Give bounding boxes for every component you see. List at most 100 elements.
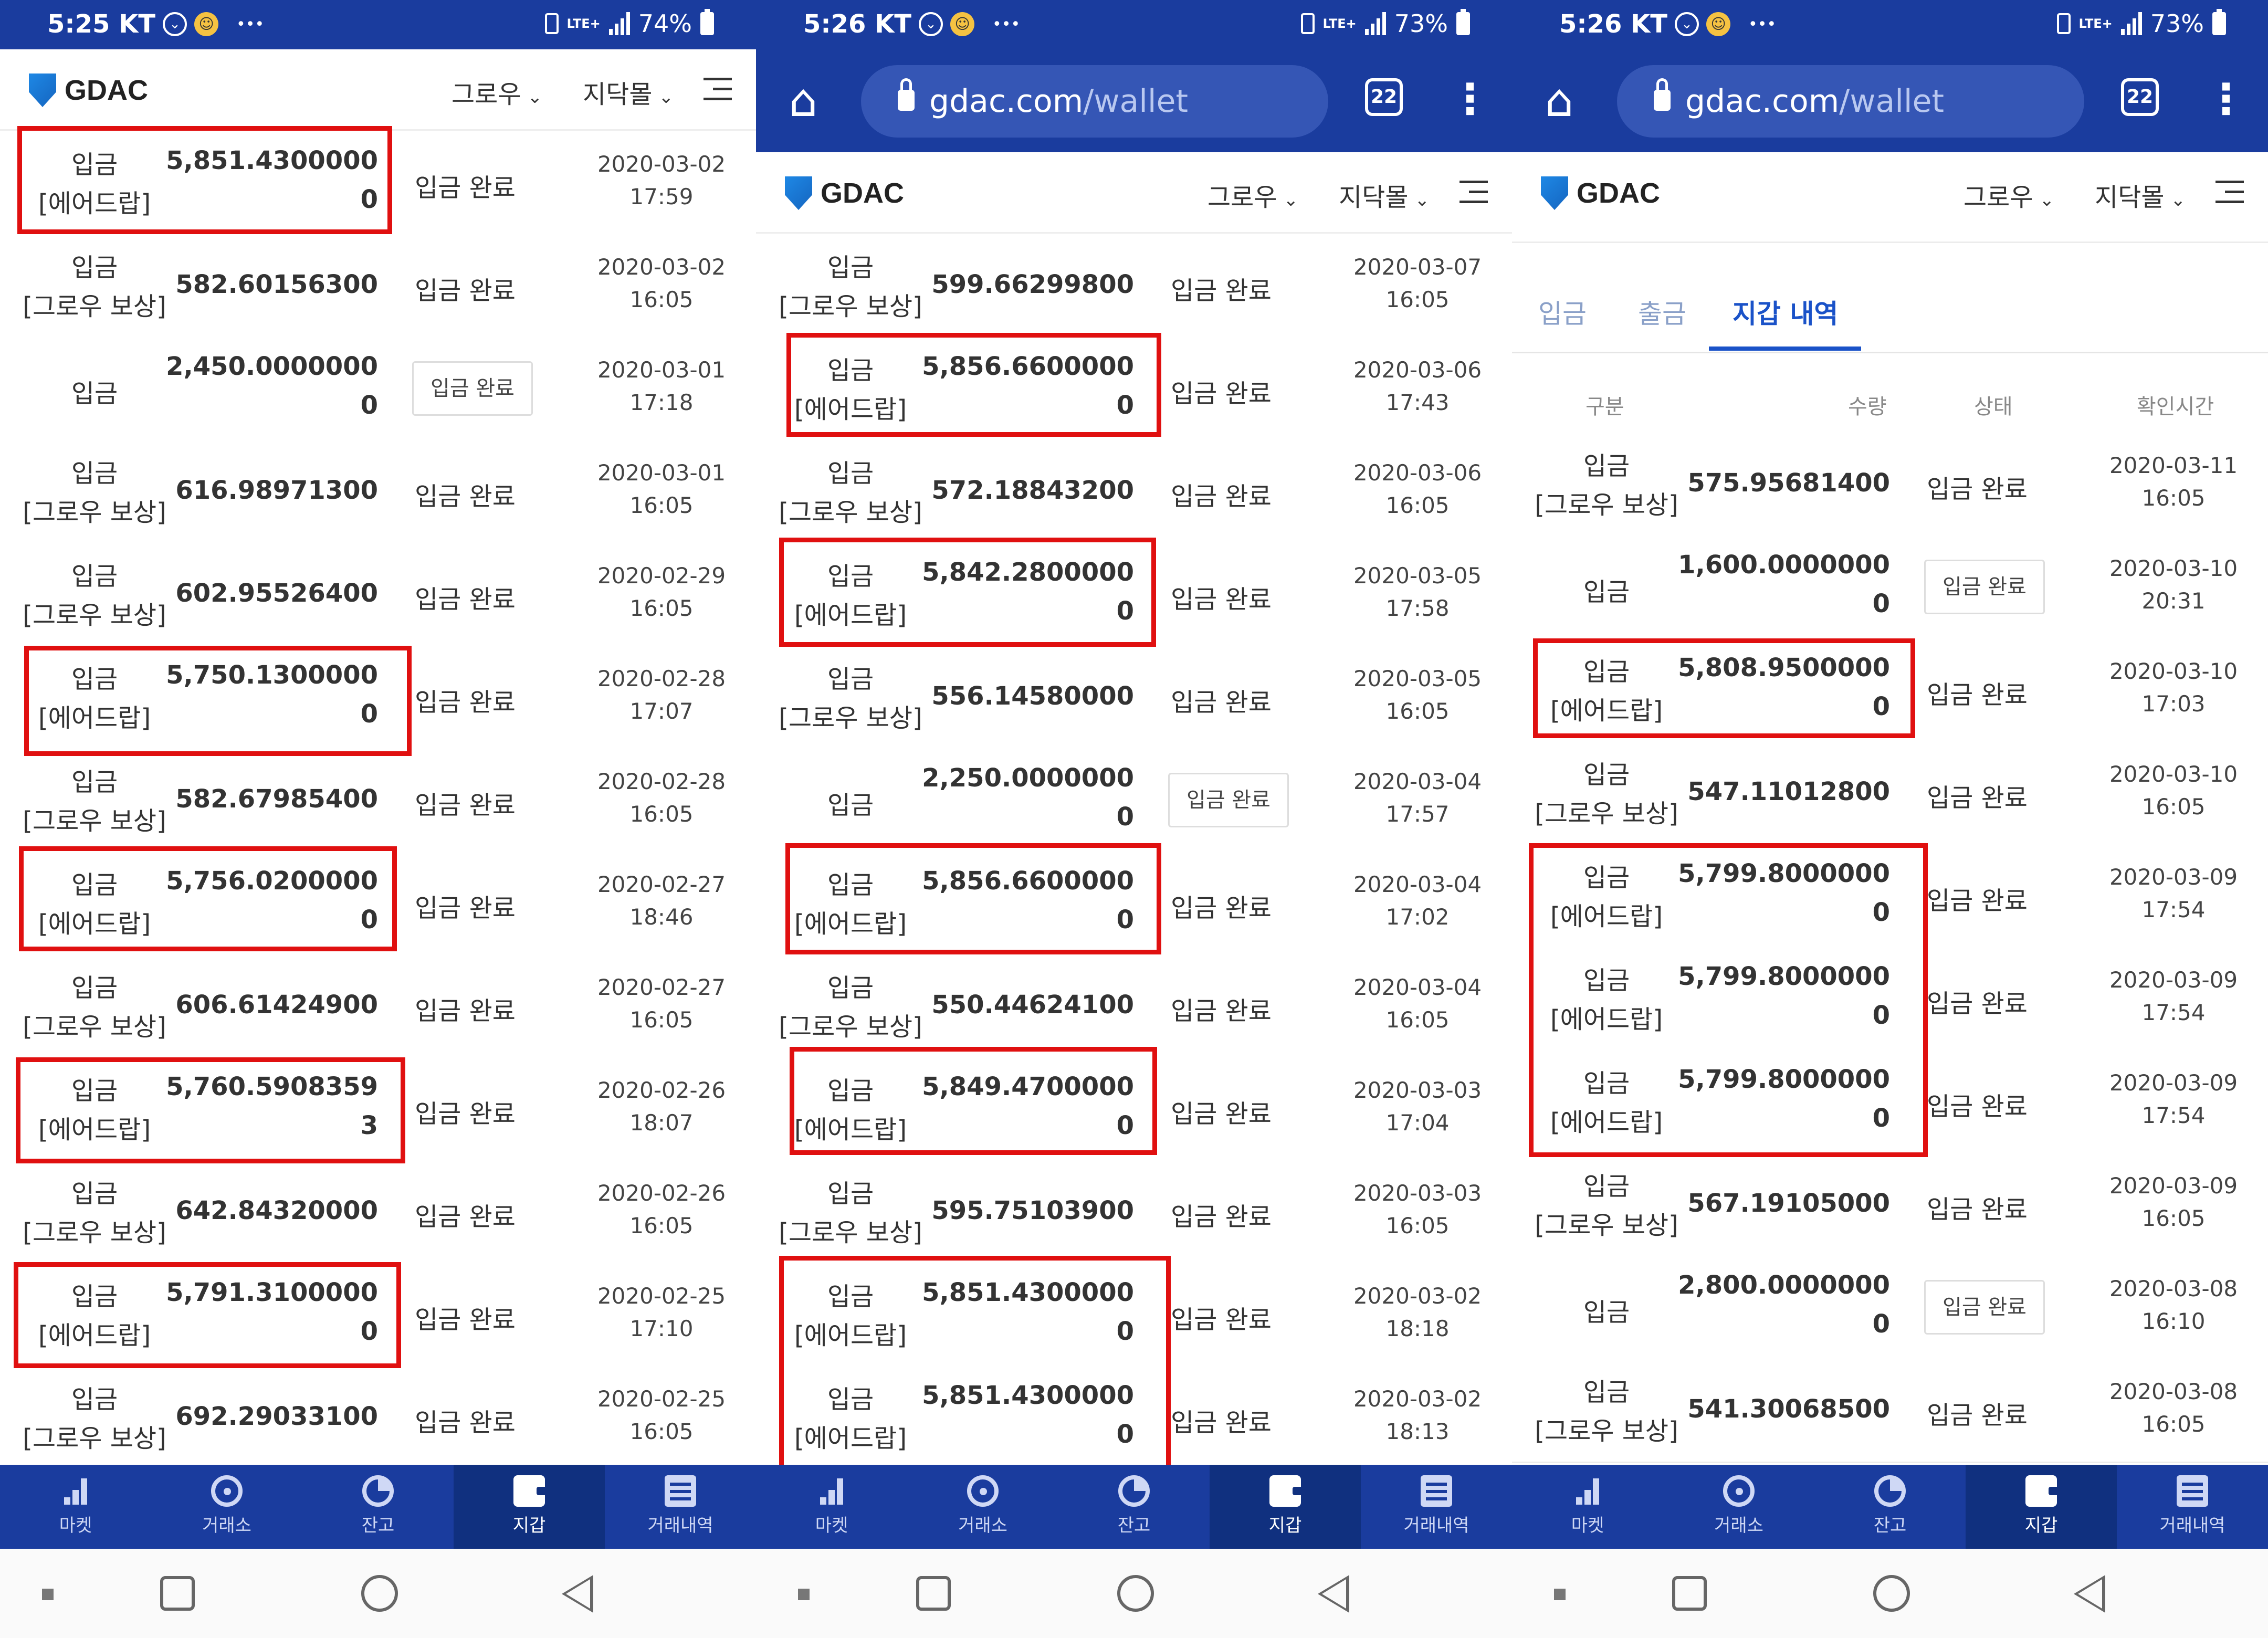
nav-dot-icon[interactable] [798,1589,810,1600]
highlight-box [16,1057,405,1163]
nav-label: 지갑 [1268,1515,1302,1536]
table-row[interactable]: 입금 [그로우 보상] 541.30068500 입금 완료 2020-03-08… [1512,1359,2268,1463]
hamburger-menu-icon[interactable] [1460,181,1488,204]
status-button[interactable]: 입금 완료 [1924,1280,2045,1335]
nav-exchange[interactable]: 거래소 [907,1465,1058,1549]
row-amount: 616.98971300 [175,476,378,505]
table-row[interactable]: 입금 [그로우 보상] 642.84320000 입금 완료 2020-02-26… [0,1160,756,1265]
table-row[interactable]: 입금 [그로우 보상] 550.44624100 입금 완료 2020-03-04… [756,954,1512,1059]
table-row[interactable]: 입금 [그로우 보상] 582.60156300 입금 완료 2020-03-02… [0,234,756,339]
row-status: 입금 완료 [1927,1092,2028,1121]
column-header-type: 구분 [1586,395,1624,419]
status-button[interactable]: 입금 완료 [1168,773,1289,827]
recent-apps-icon[interactable] [916,1576,951,1611]
highlight-box [1529,843,1928,1157]
menu-gdac-mall[interactable]: 지닥몰 ⌄ [1339,176,1430,213]
battery-level: 74% [638,9,692,38]
status-button[interactable]: 입금 완료 [412,361,533,416]
menu-grow[interactable]: 그로우 ⌄ [452,74,542,110]
hamburger-menu-icon[interactable] [704,78,732,101]
table-row[interactable]: 입금 [그로우 보상] 606.61424900 입금 완료 2020-02-27… [0,954,756,1059]
menu-gdac-mall[interactable]: 지닥몰 ⌄ [2095,176,2186,213]
highlight-box [779,1256,1171,1473]
nav-wallet[interactable]: 지갑 [1966,1465,2117,1549]
gdac-logo[interactable]: GDAC [785,176,904,210]
row-status: 입금 완료 [1171,482,1272,511]
nav-balance[interactable]: 잔고 [1814,1465,1966,1549]
nav-label: 마켓 [59,1515,92,1536]
url-bar[interactable]: gdac.com/wallet [861,65,1328,138]
table-row[interactable]: 입금 1,600.0000000 0 입금 완료 2020-03-10 20:31 [1512,536,2268,640]
column-header-status: 상태 [1974,395,2013,419]
table-row[interactable]: 입금 [그로우 보상] 582.67985400 입금 완료 2020-02-28… [0,749,756,853]
status-button[interactable]: 입금 완료 [1924,560,2045,614]
nav-market[interactable]: 마켓 [0,1465,151,1549]
shield-logo-icon [29,74,56,107]
tab-wallet-history[interactable]: 지갑 내역 [1732,293,1838,331]
gdac-logo[interactable]: GDAC [29,74,148,107]
nav-balance[interactable]: 잔고 [1058,1465,1210,1549]
network-type: LTE+ [2078,16,2113,31]
home-icon[interactable] [1873,1575,1910,1612]
nav-exchange[interactable]: 거래소 [1663,1465,1814,1549]
home-icon[interactable]: ⌂ [777,76,830,126]
nav-history[interactable]: 거래내역 [605,1465,756,1549]
pie-chart-icon [1874,1475,1906,1507]
url-bar[interactable]: gdac.com/wallet [1617,65,2084,138]
recent-apps-icon[interactable] [160,1576,195,1611]
nav-balance[interactable]: 잔고 [302,1465,454,1549]
menu-grow-label: 그로우 [1964,183,2033,212]
table-row[interactable]: 입금 2,450.0000000 0 입금 완료 2020-03-01 17:18 [0,337,756,442]
nav-market[interactable]: 마켓 [756,1465,907,1549]
table-row[interactable]: 입금 [그로우 보상] 692.29033100 입금 완료 2020-02-25… [0,1366,756,1471]
home-icon[interactable] [1117,1575,1154,1612]
recent-apps-icon[interactable] [1672,1576,1707,1611]
home-icon[interactable] [361,1575,398,1612]
menu-grow[interactable]: 그로우 ⌄ [1208,176,1298,213]
table-row[interactable]: 입금 [그로우 보상] 595.75103900 입금 완료 2020-03-03… [756,1160,1512,1265]
tab-deposit[interactable]: 입금 [1538,293,1587,331]
row-status: 입금 완료 [1927,680,2028,710]
row-time: 2020-03-02 17:59 [597,151,726,209]
table-row[interactable]: 입금 2,250.0000000 0 입금 완료 2020-03-04 17:57 [756,749,1512,853]
nav-market[interactable]: 마켓 [1512,1465,1663,1549]
menu-grow[interactable]: 그로우 ⌄ [1964,176,2054,213]
nav-wallet[interactable]: 지갑 [1210,1465,1361,1549]
row-time: 2020-03-08 16:05 [2109,1379,2238,1437]
tab-withdraw[interactable]: 출금 [1638,293,1686,331]
row-time: 2020-02-27 18:46 [597,872,726,930]
table-row[interactable]: 입금 [그로우 보상] 572.18843200 입금 완료 2020-03-06… [756,440,1512,544]
tab-count-button[interactable]: 22 [1365,78,1403,116]
gdac-logo[interactable]: GDAC [1541,176,1660,210]
back-icon[interactable] [2074,1575,2105,1613]
row-amount: 2,450.0000000 0 [166,352,378,420]
table-row[interactable]: 입금 [그로우 보상] 575.95681400 입금 완료 2020-03-11… [1512,433,2268,537]
table-row[interactable]: 입금 [그로우 보상] 599.66299800 입금 완료 2020-03-07… [756,234,1512,339]
bar-chart-icon [60,1475,91,1507]
menu-gdac-mall[interactable]: 지닥몰 ⌄ [583,74,674,110]
table-row[interactable]: 입금 [그로우 보상] 567.19105000 입금 완료 2020-03-09… [1512,1153,2268,1257]
screenshot-panel-1: 5:25 KT ⌄ ☺ ••• LTE+ 74% GDAC 그로우 ⌄ 지닥몰 ⌄ … [0,0,756,1638]
tab-count-button[interactable]: 22 [2121,78,2159,116]
more-vert-icon[interactable]: ⋮ [2205,70,2247,128]
back-icon[interactable] [1318,1575,1349,1613]
row-time: 2020-03-06 16:05 [1353,460,1482,518]
home-icon[interactable]: ⌂ [1533,76,1586,126]
nav-history[interactable]: 거래내역 [1361,1465,1512,1549]
table-row[interactable]: 입금 2,800.0000000 0 입금 완료 2020-03-08 16:10 [1512,1256,2268,1360]
network-type: LTE+ [566,16,601,31]
highlight-box [779,538,1156,647]
more-vert-icon[interactable]: ⋮ [1449,70,1491,128]
nav-dot-icon[interactable] [42,1589,54,1600]
nav-exchange[interactable]: 거래소 [151,1465,302,1549]
back-icon[interactable] [562,1575,593,1613]
nav-dot-icon[interactable] [1554,1589,1566,1600]
highlight-box [24,646,412,756]
table-row[interactable]: 입금 [그로우 보상] 547.11012800 입금 완료 2020-03-10… [1512,741,2268,846]
table-row[interactable]: 입금 [그로우 보상] 602.95526400 입금 완료 2020-02-29… [0,543,756,647]
table-row[interactable]: 입금 [그로우 보상] 556.14580000 입금 완료 2020-03-05… [756,646,1512,750]
table-row[interactable]: 입금 [그로우 보상] 616.98971300 입금 완료 2020-03-01… [0,440,756,544]
hamburger-menu-icon[interactable] [2216,181,2244,204]
nav-history[interactable]: 거래내역 [2117,1465,2268,1549]
nav-wallet[interactable]: 지갑 [454,1465,605,1549]
